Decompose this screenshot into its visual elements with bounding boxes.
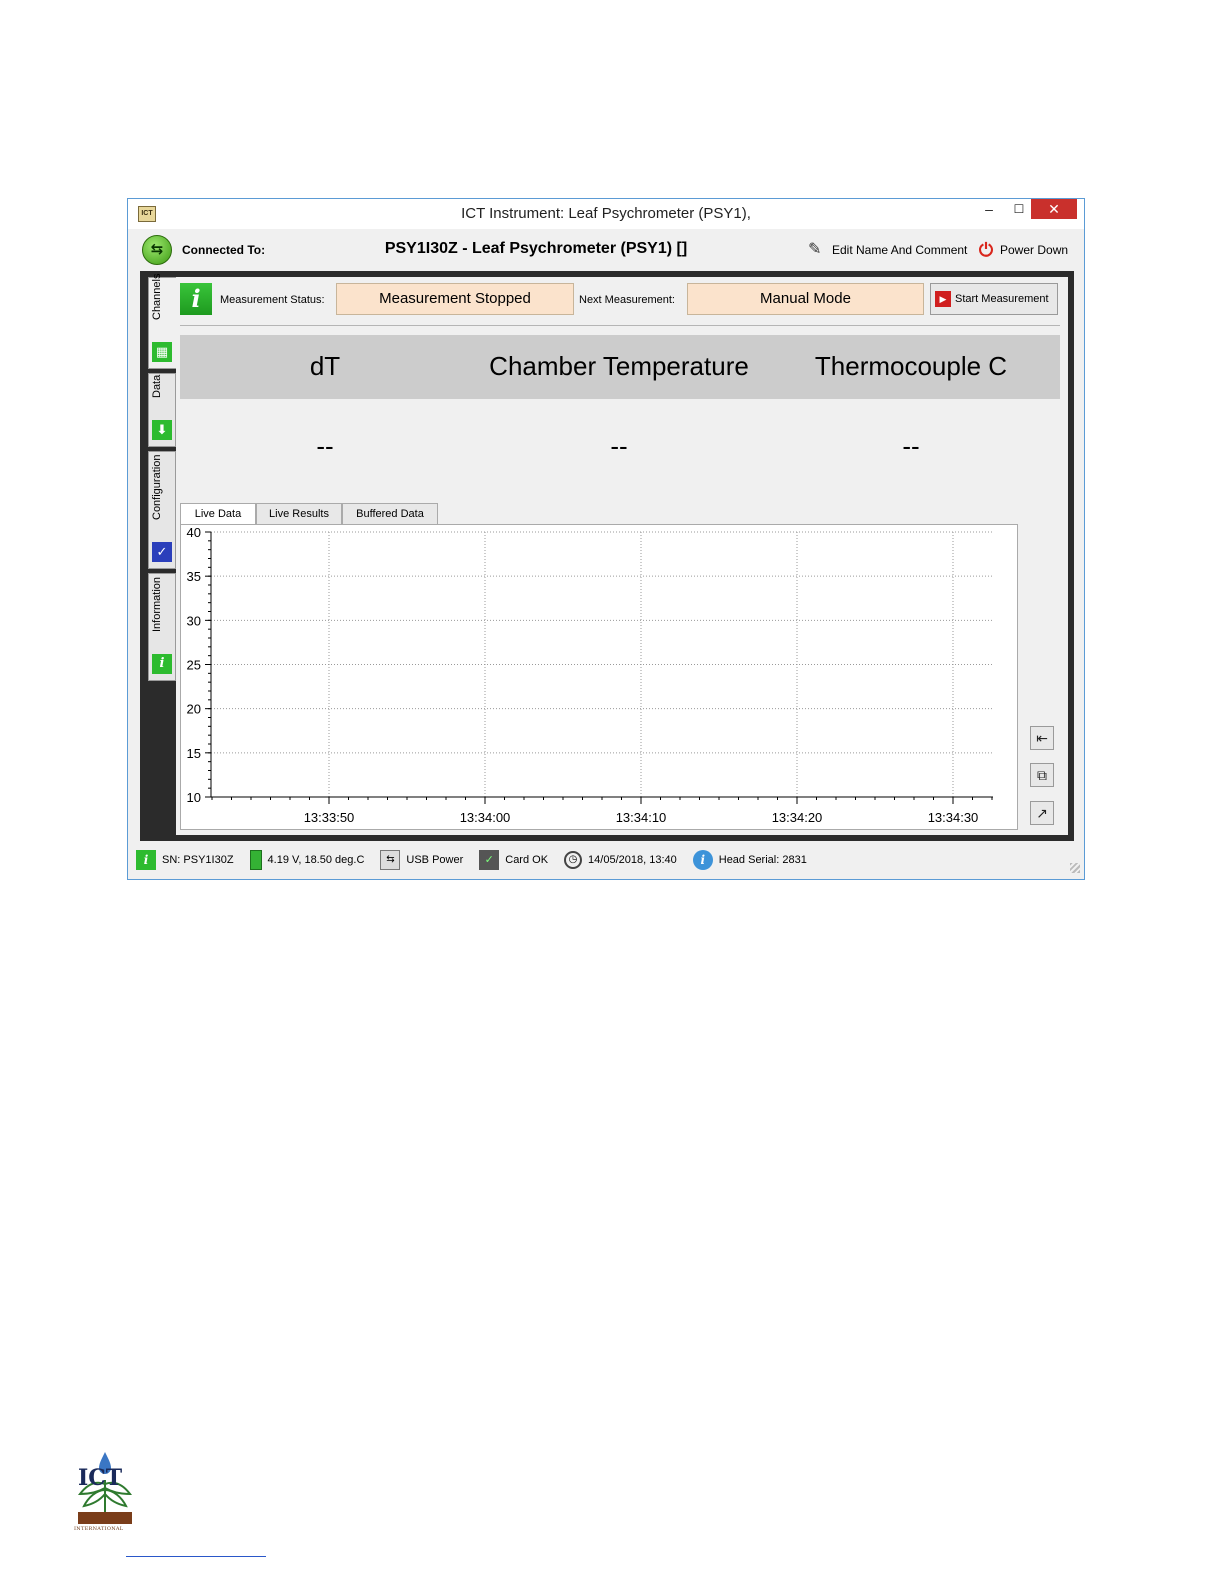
status-bar: i SN: PSY1I30Z 4.19 V, 18.50 deg.C ⇆ USB… bbox=[128, 843, 1084, 877]
info-icon: i bbox=[136, 850, 156, 870]
x-tick-label: 13:33:50 bbox=[304, 810, 355, 825]
side-tab-bar: Channels ▦ Data ⬇ Configuration ✓ Inform… bbox=[148, 273, 176, 681]
copy-icon[interactable]: ⧉ bbox=[1030, 763, 1054, 787]
logo-subtext: INTERNATIONAL bbox=[74, 1526, 124, 1532]
logo-text: ICT bbox=[78, 1465, 123, 1491]
serial-status: i SN: PSY1I30Z bbox=[136, 850, 234, 870]
chart-svg: 10 15 20 25 30 35 40 13:33:50 13:34:00 13:34:10 13… bbox=[187, 525, 993, 825]
channel-header-chamber-temp: Chamber Temperature bbox=[489, 351, 749, 381]
channel-value-dt: -- bbox=[316, 431, 334, 461]
tab-buffered-data[interactable]: Buffered Data bbox=[342, 503, 438, 524]
tab-live-data[interactable]: Live Data bbox=[180, 503, 256, 525]
y-tick-label: 10 bbox=[187, 790, 201, 805]
popout-icon[interactable]: ↗ bbox=[1030, 801, 1054, 825]
card-text: Card OK bbox=[505, 854, 549, 866]
grid-icon: ▦ bbox=[152, 342, 172, 362]
y-tick-label: 30 bbox=[187, 613, 201, 628]
battery-status: 4.19 V, 18.50 deg.C bbox=[249, 850, 365, 870]
channel-value-chamber-temp: -- bbox=[610, 431, 628, 461]
pencil-icon: ✎ bbox=[808, 241, 822, 258]
footer-line bbox=[126, 1556, 266, 1557]
edit-name-label: Edit Name And Comment bbox=[832, 243, 968, 257]
y-tick-label: 35 bbox=[187, 569, 201, 584]
tab-information-label: Information bbox=[151, 576, 163, 632]
head-serial-text: Head Serial: 2831 bbox=[718, 854, 807, 866]
y-tick-label: 40 bbox=[187, 525, 201, 540]
title-bar: ICT ICT Instrument: Leaf Psychrometer (P… bbox=[128, 199, 1084, 229]
status-row: i Measurement Status: Measurement Stoppe… bbox=[180, 283, 1060, 317]
live-data-chart: 10 15 20 25 30 35 40 13:33:50 13:34:00 13:34:10 13… bbox=[180, 524, 1018, 830]
card-status: ✓ Card OK bbox=[479, 850, 548, 870]
x-tick-label: 13:34:00 bbox=[460, 810, 511, 825]
info-icon: i bbox=[180, 283, 212, 315]
resize-grip[interactable] bbox=[1070, 863, 1080, 873]
power-status: ⇆ USB Power bbox=[380, 850, 463, 870]
app-window: ICT ICT Instrument: Leaf Psychrometer (P… bbox=[127, 198, 1085, 880]
measurement-status-value: Measurement Stopped bbox=[336, 283, 574, 315]
start-measurement-button[interactable]: ▶ Start Measurement bbox=[930, 283, 1058, 315]
start-measurement-label: Start Measurement bbox=[955, 293, 1049, 305]
channel-header-thermocouple: Thermocouple C bbox=[814, 351, 1008, 381]
info-icon: i bbox=[152, 654, 172, 674]
tab-configuration-label: Configuration bbox=[151, 454, 163, 520]
head-serial-status: i Head Serial: 2831 bbox=[692, 850, 807, 870]
power-text: USB Power bbox=[406, 854, 464, 866]
window-title: ICT Instrument: Leaf Psychrometer (PSY1)… bbox=[461, 205, 751, 222]
usb-connection-icon: ⇆ bbox=[142, 235, 172, 265]
ict-logo bbox=[77, 1452, 133, 1524]
power-icon: ⏻ bbox=[978, 240, 994, 260]
measurement-status-label: Measurement Status: bbox=[220, 294, 325, 306]
export-icon[interactable]: ⇤ bbox=[1030, 726, 1054, 750]
channel-header-dt: dT bbox=[309, 351, 341, 381]
wrench-icon: ✓ bbox=[152, 542, 172, 562]
y-tick-label: 20 bbox=[187, 702, 201, 717]
y-tick-label: 25 bbox=[187, 658, 201, 673]
tab-channels-label: Channels bbox=[151, 273, 163, 320]
power-down-button[interactable]: ⏻ Power Down bbox=[976, 239, 1068, 261]
next-measurement-label: Next Measurement: bbox=[579, 294, 675, 306]
tab-configuration[interactable]: Configuration ✓ bbox=[148, 451, 176, 569]
tab-data-label: Data bbox=[151, 374, 163, 398]
tab-live-results[interactable]: Live Results bbox=[256, 503, 342, 524]
main-frame: Channels ▦ Data ⬇ Configuration ✓ Inform… bbox=[140, 271, 1074, 841]
next-measurement-value: Manual Mode bbox=[687, 283, 924, 315]
y-tick-label: 15 bbox=[187, 746, 201, 761]
channel-value-thermocouple: -- bbox=[902, 431, 920, 461]
usb-icon: ⇆ bbox=[380, 850, 401, 870]
play-icon: ▶ bbox=[935, 291, 951, 307]
x-tick-label: 13:34:20 bbox=[772, 810, 823, 825]
minimize-button[interactable]: – bbox=[973, 199, 1005, 219]
info-circle-icon: i bbox=[692, 850, 713, 870]
connection-bar: ⇆ Connected To: PSY1I30Z - Leaf Psychrom… bbox=[136, 231, 1076, 269]
download-arrow-icon: ⬇ bbox=[152, 420, 172, 440]
x-tick-label: 13:34:30 bbox=[928, 810, 979, 825]
datetime-text: 14/05/2018, 13:40 bbox=[588, 854, 677, 866]
edit-name-button[interactable]: ✎ Edit Name And Comment bbox=[808, 239, 967, 261]
power-down-label: Power Down bbox=[1000, 243, 1069, 257]
divider bbox=[180, 325, 1060, 326]
clock-icon: ◷ bbox=[564, 851, 583, 869]
tab-information[interactable]: Information i bbox=[148, 573, 176, 681]
device-name: PSY1I30Z - Leaf Psychrometer (PSY1) [] bbox=[384, 240, 688, 257]
x-tick-label: 13:34:10 bbox=[616, 810, 667, 825]
datetime-status: ◷ 14/05/2018, 13:40 bbox=[564, 851, 677, 869]
tab-data[interactable]: Data ⬇ bbox=[148, 373, 176, 447]
sd-card-icon: ✓ bbox=[479, 850, 500, 870]
close-button[interactable]: ✕ bbox=[1031, 199, 1077, 219]
channel-header-band: dT Chamber Temperature Thermocouple C bbox=[180, 335, 1060, 399]
connected-label: Connected To: bbox=[182, 243, 266, 257]
battery-icon bbox=[249, 850, 262, 870]
battery-text: 4.19 V, 18.50 deg.C bbox=[267, 854, 365, 866]
channels-panel: i Measurement Status: Measurement Stoppe… bbox=[176, 277, 1068, 835]
serial-text: SN: PSY1I30Z bbox=[162, 854, 234, 866]
tab-channels[interactable]: Channels ▦ bbox=[148, 273, 176, 369]
